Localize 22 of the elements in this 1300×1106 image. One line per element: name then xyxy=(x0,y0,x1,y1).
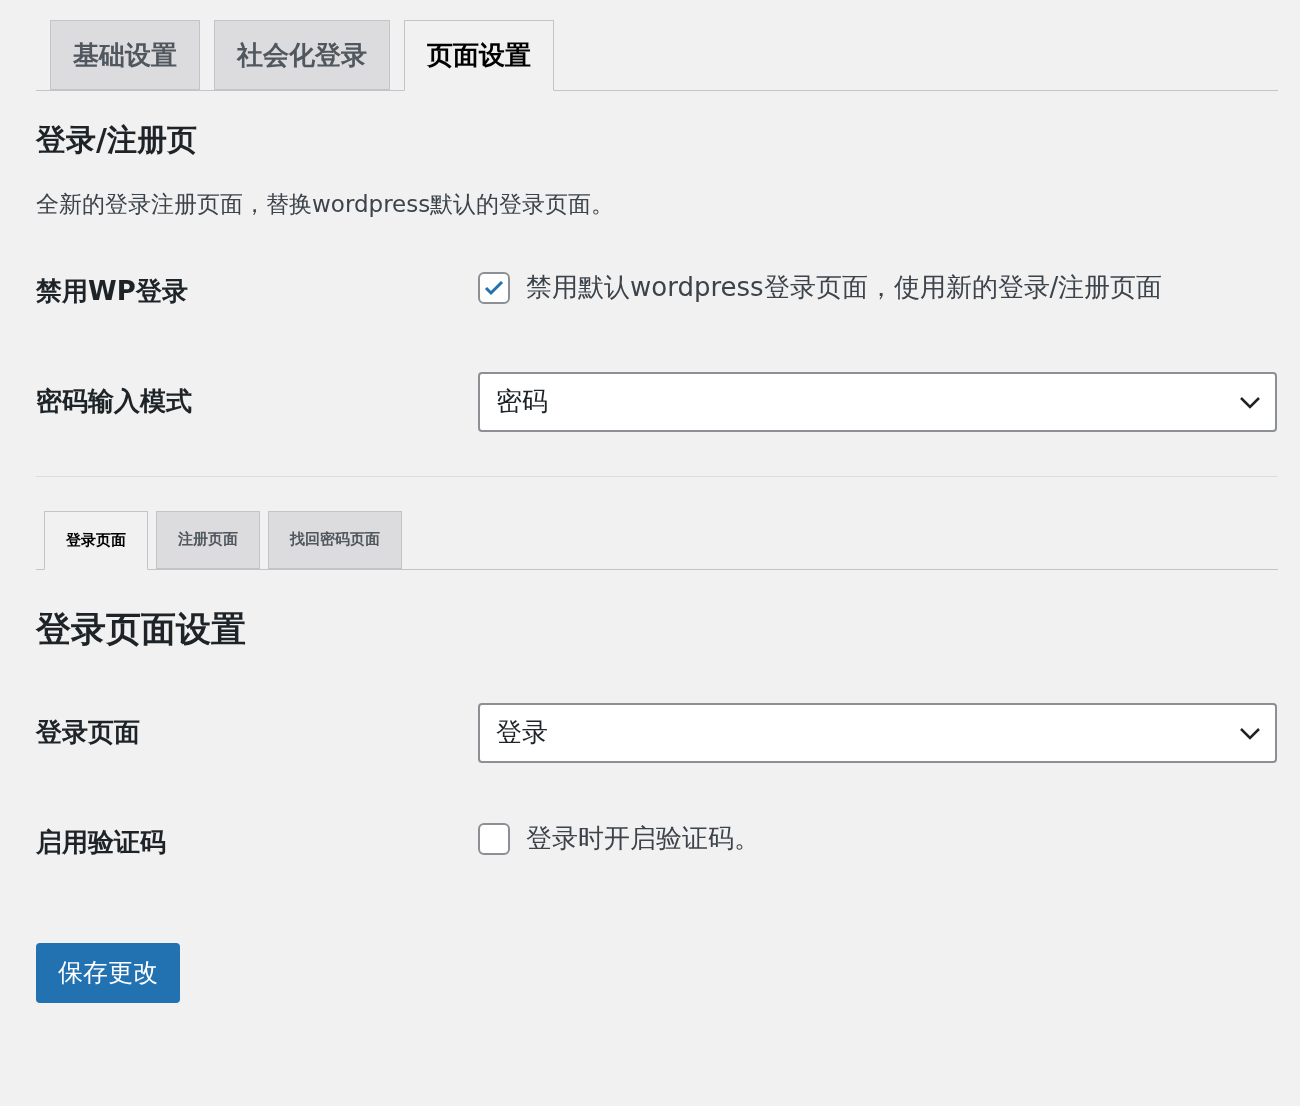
tab[interactable]: 页面设置 xyxy=(404,20,554,91)
field-label: 禁用WP登录 xyxy=(36,275,189,308)
select-dropdown[interactable]: 密码 xyxy=(478,371,1277,432)
section-description: 全新的登录注册页面，替换wordpress默认的登录页面。 xyxy=(36,190,616,219)
tab[interactable]: 注册页面 xyxy=(156,510,260,569)
tab[interactable]: 登录页面 xyxy=(44,510,148,570)
tab[interactable]: 社会化登录 xyxy=(214,20,390,90)
tab[interactable]: 找回密码页面 xyxy=(268,510,402,569)
checkbox-label: 登录时开启验证码。 xyxy=(526,822,760,855)
select-dropdown[interactable]: 登录 xyxy=(478,702,1277,763)
chevron-down-icon xyxy=(1239,394,1261,409)
chevron-down-icon xyxy=(1239,725,1261,740)
section-title: 登录/注册页 xyxy=(36,125,198,155)
field-label: 启用验证码 xyxy=(36,826,167,859)
checkbox-label: 禁用默认wordpress登录页面，使用新的登录/注册页面 xyxy=(526,271,1163,304)
tab[interactable]: 基础设置 xyxy=(50,20,200,90)
save-button[interactable]: 保存更改 xyxy=(36,942,180,1003)
checkbox[interactable] xyxy=(478,271,510,304)
section-title: 登录页面设置 xyxy=(36,611,247,647)
field-label: 密码输入模式 xyxy=(36,385,193,418)
field-label: 登录页面 xyxy=(36,716,141,749)
checkbox[interactable] xyxy=(478,822,510,855)
